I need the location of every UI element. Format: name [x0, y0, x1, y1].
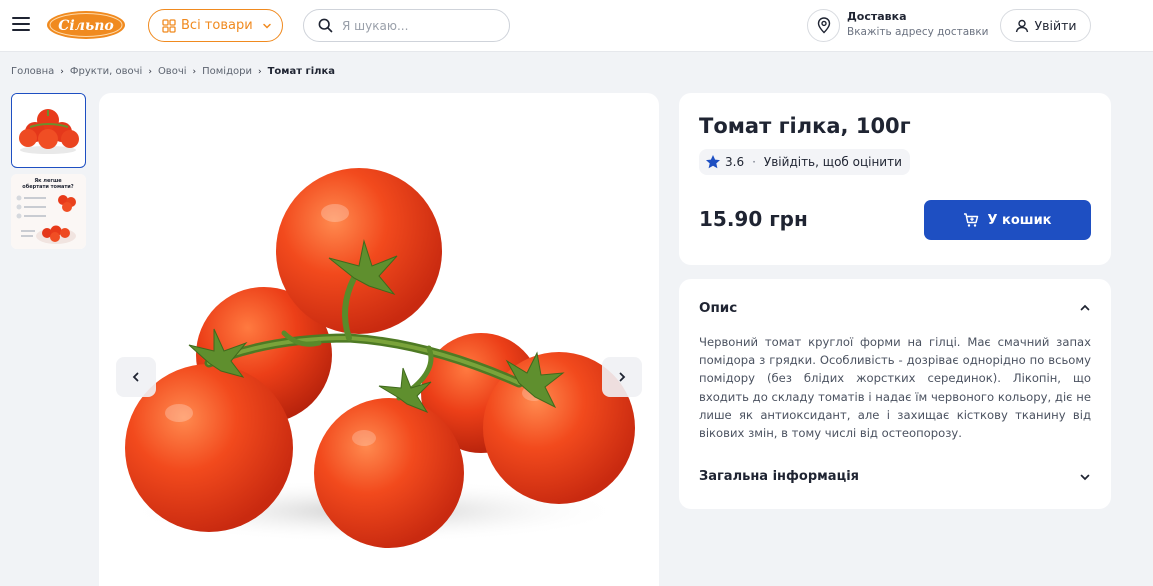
- breadcrumb-chevron-icon: ›: [60, 66, 64, 77]
- delivery-subtitle: Вкажіть адресу доставки: [847, 26, 989, 38]
- all-products-label: Всі товари: [181, 18, 253, 33]
- gallery-prev-button[interactable]: [116, 357, 156, 397]
- breadcrumb-current: Томат гілка: [267, 66, 335, 77]
- search-bar[interactable]: [303, 9, 510, 42]
- chevron-right-icon: [619, 372, 626, 382]
- delivery-title: Доставка: [847, 10, 907, 23]
- breadcrumb-chevron-icon: ›: [192, 66, 197, 77]
- chevron-down-icon: [1080, 474, 1090, 480]
- user-icon: [1015, 19, 1028, 32]
- description-card: Опис Червоний томат круглої форми на гіл…: [679, 279, 1111, 509]
- chevron-down-icon: [262, 23, 271, 29]
- login-label: Увійти: [1034, 18, 1077, 33]
- location-pin-icon: [817, 17, 830, 34]
- thumbnail-tomatoes-image: [12, 94, 84, 166]
- product-title: Томат гілка, 100г: [699, 114, 911, 138]
- chevron-left-icon: [132, 372, 139, 382]
- login-button[interactable]: Увійти: [1000, 9, 1091, 42]
- add-to-cart-label: У кошик: [987, 212, 1052, 228]
- product-image-gallery: [99, 93, 659, 586]
- breadcrumb-vegetables[interactable]: Овочі: [158, 66, 187, 77]
- grid-icon: [162, 18, 176, 33]
- general-info-toggle[interactable]: Загальна інформація: [699, 469, 1091, 484]
- thumbnail-storage-tips-image: Як легше обертати томати?: [11, 174, 86, 249]
- breadcrumb: Головна › Фрукти, овочі › Овочі › Помідо…: [11, 66, 335, 77]
- breadcrumb-tomatoes[interactable]: Помідори: [202, 66, 252, 77]
- breadcrumb-chevron-icon: ›: [148, 66, 152, 77]
- search-input[interactable]: [342, 18, 492, 33]
- description-text: Червоний томат круглої форми на гілці. М…: [699, 335, 1091, 441]
- chevron-up-icon: [1080, 304, 1090, 311]
- search-icon: [318, 18, 333, 33]
- product-image: [124, 168, 635, 548]
- description-toggle[interactable]: Опис: [699, 300, 1091, 316]
- rating-value: 3.6: [725, 155, 745, 169]
- breadcrumb-fruits-vegetables[interactable]: Фрукти, овочі: [70, 66, 142, 77]
- product-price: 15.90 грн: [699, 207, 808, 231]
- thumbnail-2[interactable]: Як легше обертати томати?: [11, 174, 86, 249]
- delivery-info[interactable]: Доставка Вкажіть адресу доставки: [847, 10, 989, 38]
- thumbnail-1[interactable]: [11, 93, 86, 168]
- site-header: Сільпо Всі товари Доставка Вкажіть адрес…: [0, 0, 1153, 52]
- star-icon: [706, 155, 720, 169]
- rate-login-link[interactable]: Увійдіть, щоб оцінити: [764, 155, 902, 169]
- gallery-next-button[interactable]: [602, 357, 642, 397]
- description-heading: Опис: [699, 300, 738, 316]
- all-products-button[interactable]: Всі товари: [148, 9, 283, 42]
- rating-separator: ·: [752, 155, 756, 169]
- general-info-heading: Загальна інформація: [699, 469, 860, 484]
- cart-icon: [964, 213, 979, 227]
- svg-text:Сільпо: Сільпо: [58, 18, 113, 34]
- breadcrumb-home[interactable]: Головна: [11, 66, 54, 77]
- menu-icon[interactable]: [12, 17, 30, 33]
- product-rating: 3.6 · Увійдіть, щоб оцінити: [699, 149, 910, 175]
- silpo-logo[interactable]: Сільпо: [46, 10, 126, 40]
- breadcrumb-chevron-icon: ›: [257, 66, 262, 77]
- add-to-cart-button[interactable]: У кошик: [924, 200, 1091, 240]
- svg-text:обертати томати?: обертати томати?: [22, 183, 74, 190]
- product-card: Томат гілка, 100г 3.6 · Увійдіть, щоб оц…: [679, 93, 1111, 265]
- delivery-location-button[interactable]: [807, 9, 840, 42]
